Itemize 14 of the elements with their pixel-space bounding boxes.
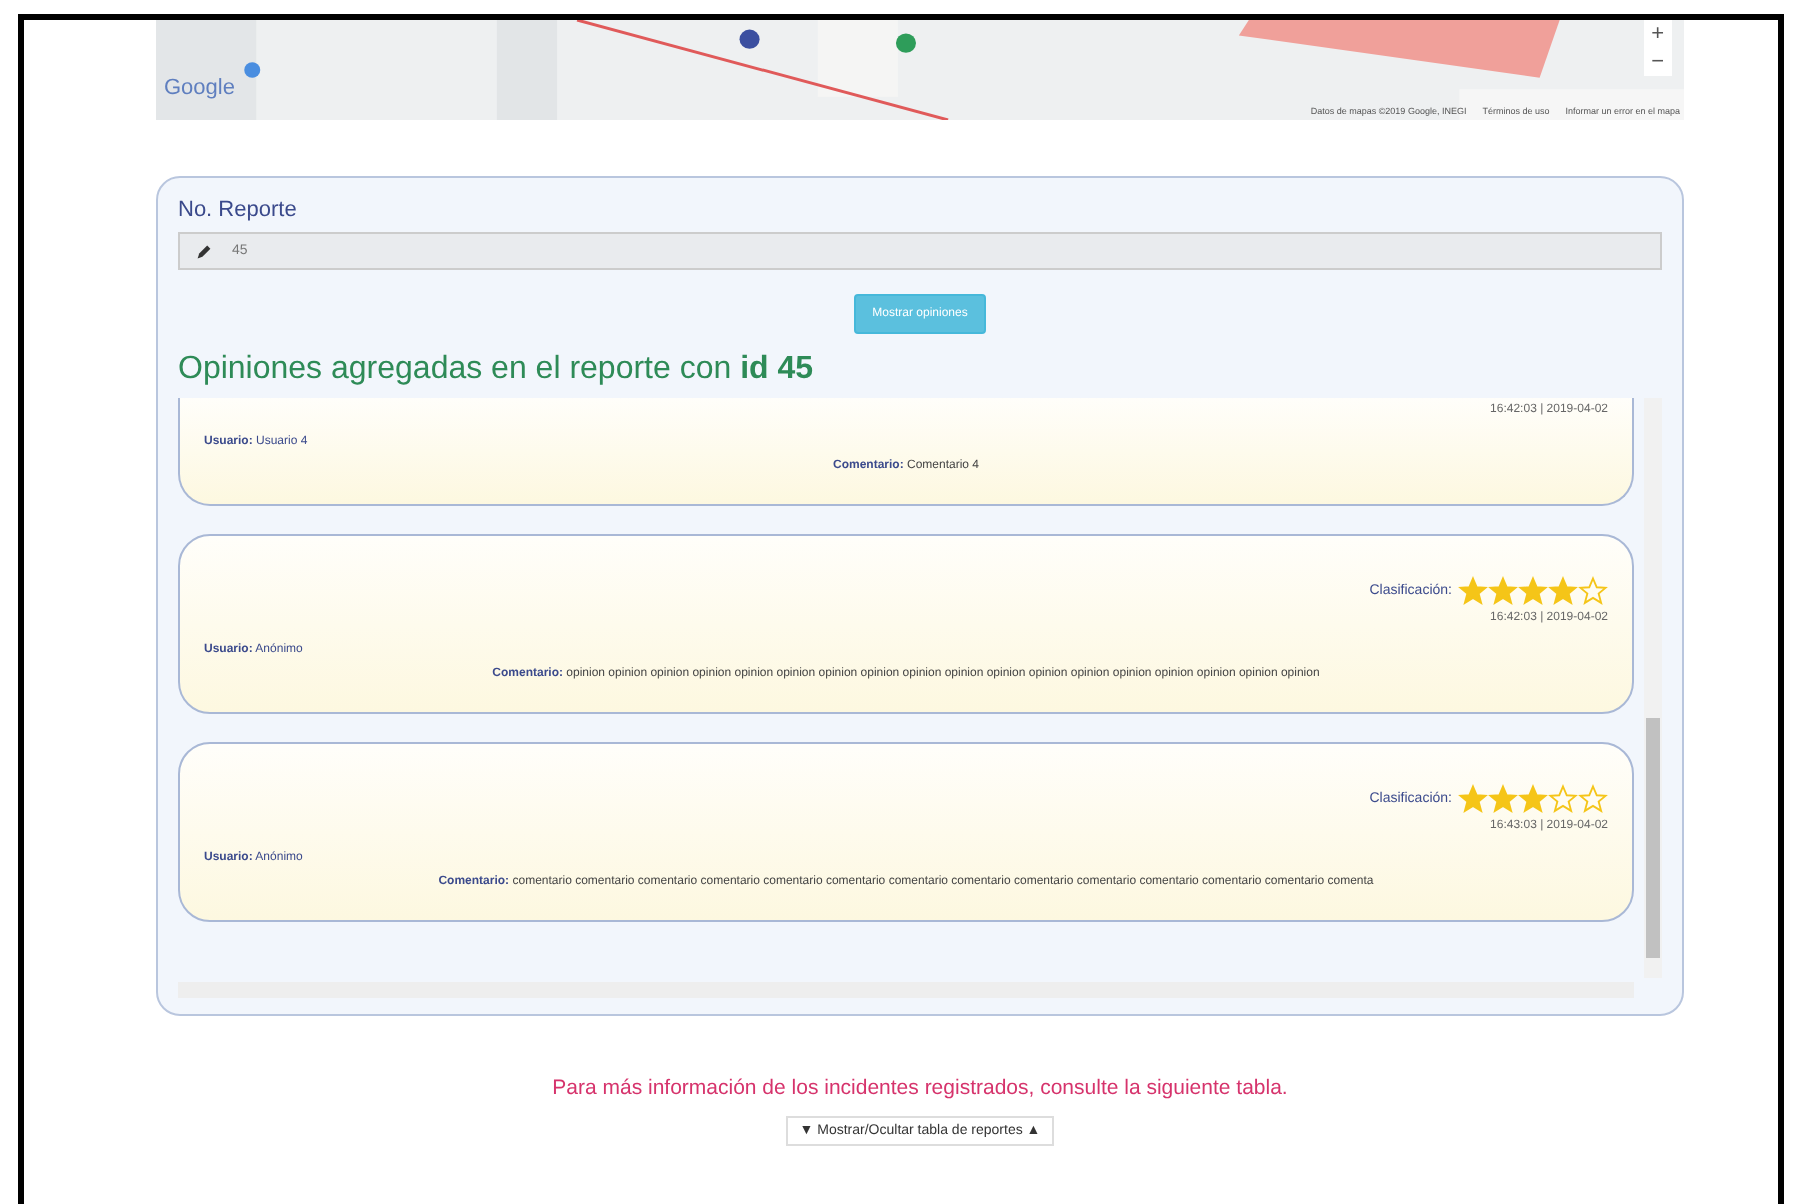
filled-star-icon — [1488, 784, 1518, 814]
filled-star-icon — [1518, 576, 1548, 606]
section-heading: Opiniones agregadas en el reporte con id 45 — [178, 352, 816, 388]
filled-star-icon — [1488, 576, 1518, 606]
filled-star-icon — [1458, 576, 1488, 606]
field-label: No. Reporte — [178, 198, 299, 222]
pencil-icon — [196, 243, 212, 259]
filled-star-icon — [1518, 784, 1548, 814]
empty-star-icon — [1578, 784, 1608, 814]
info-text: Para más información de los incidentes registrados, consulte la siguiente tabla. — [550, 1076, 1290, 1100]
vertical-scrollbar[interactable] — [1644, 398, 1662, 978]
map-logo: Google — [164, 76, 235, 100]
filled-star-icon — [1548, 576, 1578, 606]
filled-star-icon — [1458, 784, 1488, 814]
